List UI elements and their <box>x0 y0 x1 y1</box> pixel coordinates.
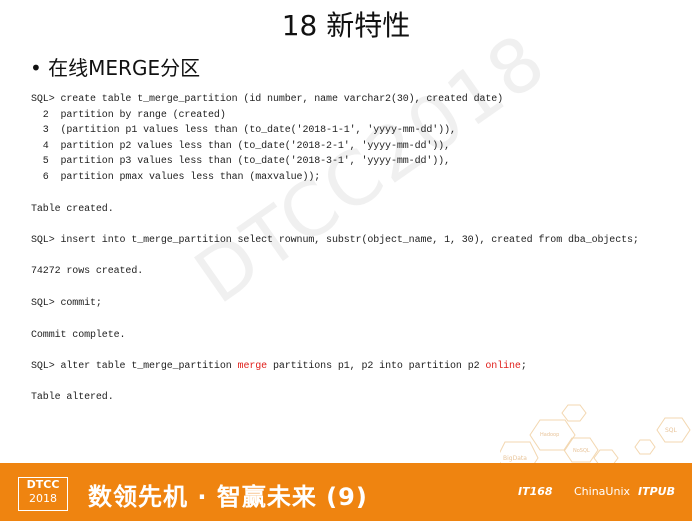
sponsor-it168: IT168 <box>518 485 553 498</box>
output-line: 74272 rows created. <box>31 266 144 277</box>
alter-suffix: ; <box>520 361 527 372</box>
dtcc-logo: DTCC 2018 <box>18 477 68 511</box>
code-line: SQL> create table t_merge_partition (id … <box>31 94 504 105</box>
code-line: 5 partition p3 values less than (to_date… <box>31 156 450 167</box>
sponsor-itpub: ITPUB <box>638 485 675 498</box>
hexagon-decoration: Hadoop SQL BigData NoSQL <box>500 404 691 464</box>
bullet-heading: • 在线MERGE分区 <box>30 56 201 80</box>
slide-title: 18 新特性 <box>281 9 411 42</box>
alter-line: SQL> alter table t_merge_partition merge… <box>31 361 527 372</box>
sponsor-chinaunix: ChinaUnix <box>574 485 631 498</box>
code-line: 3 (partition p1 values less than (to_dat… <box>31 125 456 136</box>
code-line: SQL> insert into t_merge_partition selec… <box>31 235 639 246</box>
code-line: 6 partition pmax values less than (maxva… <box>31 172 321 183</box>
hex-label: NoSQL <box>573 448 590 454</box>
hex-label: BigData <box>503 455 527 462</box>
keyword-merge: merge <box>237 361 268 372</box>
slogan: 数领先机 · 智赢未来 (9) <box>88 483 368 511</box>
watermark: DTCC2018 <box>180 17 562 321</box>
footer-banner: DTCC 2018 数领先机 · 智赢未来 (9) IT168 ChinaUnix… <box>0 463 692 521</box>
output-line: Commit complete. <box>31 330 126 341</box>
code-line: SQL> commit; <box>31 298 102 309</box>
logo-year: 2018 <box>29 492 57 505</box>
output-line: Table created. <box>31 204 114 215</box>
alter-prefix: SQL> alter table t_merge_partition <box>31 361 238 372</box>
hex-label: SQL <box>665 427 678 434</box>
output-line: Table altered. <box>31 392 114 403</box>
alter-middle: partitions p1, p2 into partition p2 <box>267 361 486 372</box>
hex-label: Hadoop <box>540 432 559 438</box>
keyword-online: online <box>485 361 521 372</box>
logo-text: DTCC <box>26 478 60 491</box>
code-line: 4 partition p2 values less than (to_date… <box>31 141 450 152</box>
code-line: 2 partition by range (created) <box>31 110 226 121</box>
